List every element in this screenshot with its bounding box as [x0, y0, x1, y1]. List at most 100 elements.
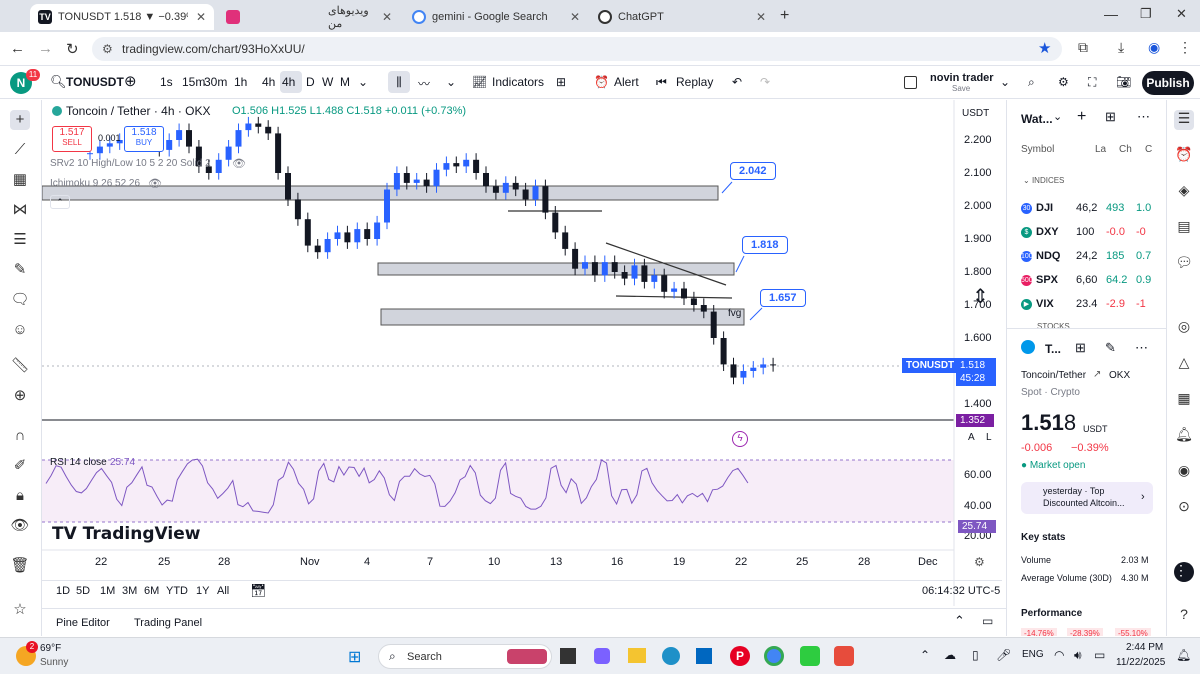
pine-editor-tab[interactable]: Pine Editor — [56, 617, 110, 629]
tray-chevron-icon[interactable]: ⌃ — [920, 648, 930, 662]
currency-label[interactable]: USDT — [962, 108, 989, 119]
chevron-up-icon[interactable]: ⌃ — [954, 613, 965, 629]
column-change-pct[interactable]: C — [1145, 144, 1152, 155]
external-link-icon[interactable]: ↗ — [1093, 369, 1101, 380]
pinterest-icon[interactable]: P — [730, 646, 750, 666]
layout-name[interactable]: novin trader — [930, 72, 994, 84]
range-1m[interactable]: 1M — [100, 585, 115, 597]
annotation-label[interactable]: 2.042 — [730, 162, 776, 180]
eye-icon[interactable]: 👁︎ — [10, 516, 30, 536]
chrome-icon[interactable] — [764, 646, 784, 666]
interval-30m[interactable]: 30m — [204, 75, 227, 89]
interval-4h-active[interactable]: 4h — [280, 71, 302, 93]
ruler-icon[interactable]: 📏︎ — [10, 356, 30, 376]
chevron-down-icon[interactable]: ⌄ — [1000, 75, 1010, 89]
apps-grid-icon[interactable]: ⋮⋮ — [1174, 562, 1200, 582]
interval-15m[interactable]: 15m — [182, 75, 205, 89]
indicators-button[interactable]: Indicators — [492, 75, 544, 89]
axis-settings-icon[interactable]: ⚙ — [974, 555, 985, 569]
brush-icon[interactable]: ✎ — [10, 260, 30, 280]
download-icon[interactable]: ⤓ — [1118, 39, 1124, 56]
windows-start-icon[interactable]: ⊞ — [348, 647, 361, 667]
copilot-icon[interactable] — [594, 648, 610, 664]
sell-button[interactable]: 1.517 SELL — [52, 126, 92, 152]
rsi-legend[interactable]: RSI 14 close — [50, 457, 107, 468]
fullscreen-icon[interactable]: ⛶ — [1088, 75, 1096, 90]
pattern-icon[interactable]: ⋈ — [10, 200, 30, 220]
magnet-icon[interactable]: ∩ — [10, 426, 30, 446]
more-icon[interactable]: ⋯ — [1135, 340, 1148, 356]
browser-tab-videos[interactable]: ویدیوهای من ✕ — [250, 4, 400, 30]
mic-icon[interactable]: 🎤︎ — [996, 648, 1011, 662]
watchlist-title[interactable]: Wat... — [1021, 112, 1053, 126]
calendar-icon[interactable]: ▦ — [1174, 390, 1194, 410]
weather-desc[interactable]: Sunny — [40, 657, 68, 668]
camera-icon[interactable]: 📷︎ — [1116, 75, 1131, 89]
target-icon[interactable]: ◎ — [1174, 318, 1194, 338]
market-status[interactable]: ● Market open — [1021, 460, 1085, 471]
compare-add-icon[interactable]: ⊕ — [124, 72, 137, 90]
close-icon[interactable]: ✕ — [196, 10, 206, 24]
back-icon[interactable]: ← — [10, 40, 25, 57]
symbol-search[interactable]: TONUSDT — [66, 75, 124, 89]
edit-icon[interactable]: ✎ — [1105, 340, 1116, 356]
chevron-down-icon[interactable]: ⌄ — [446, 75, 456, 89]
fib-grid-icon[interactable]: ▦ — [10, 170, 30, 190]
performance-header[interactable]: Performance — [1021, 608, 1082, 619]
trend-line-icon[interactable]: ⟋ — [10, 140, 30, 160]
lock-drawing-icon[interactable]: ✐ — [10, 456, 30, 476]
resize-arrows-icon[interactable]: ⇕ — [972, 284, 989, 309]
crosshair-icon[interactable]: + — [10, 110, 30, 130]
bookmark-star-icon[interactable]: ★ — [1038, 39, 1051, 57]
interval-m[interactable]: M — [340, 75, 350, 89]
indicator-legend-srv2[interactable]: SRv2 10 High/Low 10 5 2 20 Solid 2 — [50, 158, 211, 169]
buy-button[interactable]: 1.518 BUY — [124, 126, 164, 152]
notifications-icon[interactable]: 🔔︎ — [1174, 426, 1194, 446]
window-close-icon[interactable]: ✕ — [1176, 6, 1187, 22]
edge-icon[interactable] — [662, 647, 680, 665]
wifi-icon[interactable]: ◠ — [1054, 648, 1064, 662]
range-3m[interactable]: 3M — [122, 585, 137, 597]
chevron-down-icon[interactable]: ⌄ — [358, 75, 368, 89]
watchlist-row[interactable]: ▶ VIX 23.4 -2.9 -1 — [1021, 294, 1146, 314]
task-view-icon[interactable] — [560, 648, 576, 664]
volume-icon[interactable]: 🔊︎ — [1074, 648, 1082, 663]
weather-temp[interactable]: 69°F — [40, 643, 61, 654]
eye-icon[interactable]: 👁︎ — [232, 157, 246, 170]
browser-menu-icon[interactable]: ⋮ — [1178, 39, 1192, 56]
app-green-icon[interactable] — [800, 646, 820, 666]
redo-icon[interactable]: ↷ — [760, 75, 770, 89]
column-change[interactable]: Ch — [1119, 144, 1132, 155]
cloud-icon[interactable]: ☁ — [944, 648, 956, 662]
language-indicator[interactable]: ENG — [1022, 649, 1044, 660]
close-icon[interactable]: ✕ — [756, 10, 766, 24]
range-1d[interactable]: 1D — [56, 585, 70, 597]
search-icon[interactable]: 🔍︎ — [50, 74, 67, 90]
browser-tab-chatgpt[interactable]: ChatGPT ✕ — [590, 4, 774, 30]
replay-button[interactable]: Replay — [676, 75, 713, 89]
close-icon[interactable]: ✕ — [570, 10, 580, 24]
range-5d[interactable]: 5D — [76, 585, 90, 597]
clock-time[interactable]: 06:14:32 UTC-5 — [922, 585, 1000, 597]
new-tab-icon[interactable]: + — [780, 7, 789, 25]
replay-icon[interactable]: ⏮ — [656, 75, 667, 90]
notification-bell-icon[interactable]: 🔔︎ — [1176, 648, 1191, 662]
indicator-legend-ichimoku[interactable]: Ichimoku 9 26 52 26 — [50, 178, 140, 189]
app-red-icon[interactable] — [834, 646, 854, 666]
settings-gear-icon[interactable]: ⚙ — [1058, 75, 1069, 89]
help-icon[interactable]: ? — [1174, 606, 1194, 626]
column-last[interactable]: La — [1095, 144, 1106, 155]
more-icon[interactable]: ⋯ — [1137, 109, 1150, 125]
chart-title[interactable]: Toncoin / Tether · 4h · OKX — [66, 104, 211, 118]
range-ytd[interactable]: YTD — [166, 585, 188, 597]
watchlist-row[interactable]: 500 SPX 6,60 64.2 0.9 — [1021, 270, 1151, 290]
reload-icon[interactable]: ↻ — [66, 40, 79, 58]
chat-icon[interactable]: 💬︎ — [1174, 254, 1194, 274]
layout-save[interactable]: Save — [952, 84, 970, 93]
column-symbol[interactable]: Symbol — [1021, 144, 1054, 155]
restore-icon[interactable]: ❐ — [1140, 6, 1152, 22]
clock-time[interactable]: 2:44 PM — [1126, 642, 1163, 653]
log-scale-toggle[interactable]: L — [986, 432, 992, 443]
details-symbol[interactable]: T... — [1045, 342, 1061, 356]
details-name[interactable]: Toncoin/Tether — [1021, 370, 1086, 381]
